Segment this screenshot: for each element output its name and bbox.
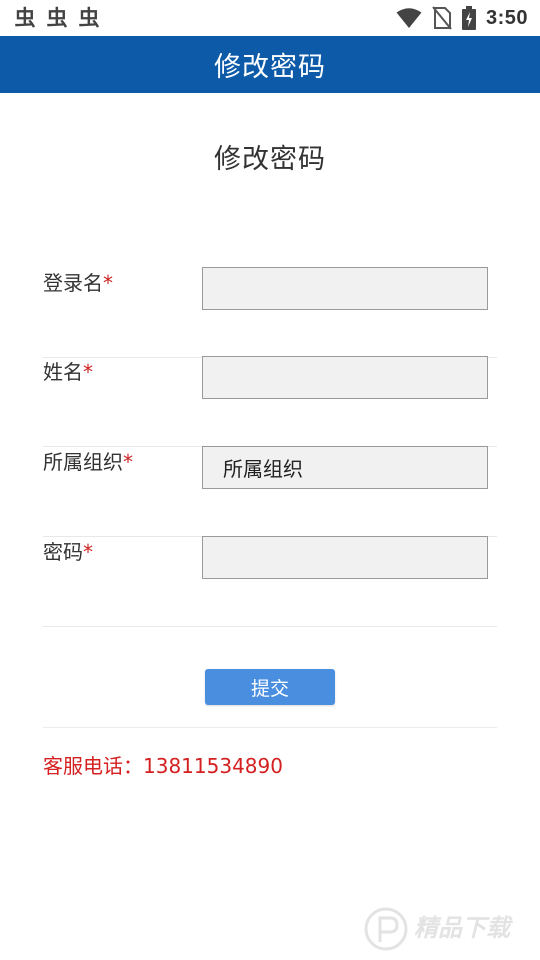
- bug-notification-icon: 虫: [78, 6, 100, 30]
- form-row-organization: 所属组织*: [43, 446, 497, 537]
- app-header: 修改密码: [0, 36, 540, 93]
- watermark-text: 精品下载: [414, 914, 514, 942]
- form-row-name: 姓名*: [43, 356, 497, 447]
- form-row-password: 密码*: [43, 536, 497, 627]
- divider: [43, 727, 497, 728]
- wifi-icon: [396, 8, 422, 28]
- page-title: 修改密码: [214, 144, 326, 175]
- status-right: 3:50: [396, 0, 528, 36]
- organization-input[interactable]: [202, 446, 488, 489]
- bug-notification-icon: 虫: [46, 6, 68, 30]
- bug-notification-icon: 虫: [14, 6, 36, 30]
- organization-label: 所属组织*: [43, 450, 133, 474]
- battery-charging-icon: [461, 6, 476, 30]
- password-input[interactable]: [202, 536, 488, 579]
- required-mark: *: [83, 360, 93, 384]
- clock: 3:50: [485, 6, 528, 29]
- notification-area: 虫 虫 虫: [12, 4, 102, 32]
- customer-service-hotline: 客服电话：13811534890: [43, 754, 283, 778]
- name-label: 姓名*: [43, 360, 93, 384]
- name-input[interactable]: [202, 356, 488, 399]
- watermark-logo: 精品下载: [364, 907, 514, 951]
- required-mark: *: [103, 271, 113, 295]
- status-bar: 虫 虫 虫 3:50: [0, 0, 540, 36]
- form-row-login-name: 登录名*: [43, 267, 497, 358]
- no-sim-icon: [432, 6, 452, 30]
- required-mark: *: [123, 450, 133, 474]
- login-name-label: 登录名*: [43, 271, 113, 295]
- header-title: 修改密码: [214, 52, 326, 83]
- password-label: 密码*: [43, 540, 93, 564]
- submit-button[interactable]: 提交: [205, 669, 335, 705]
- login-name-input[interactable]: [202, 267, 488, 310]
- required-mark: *: [83, 540, 93, 564]
